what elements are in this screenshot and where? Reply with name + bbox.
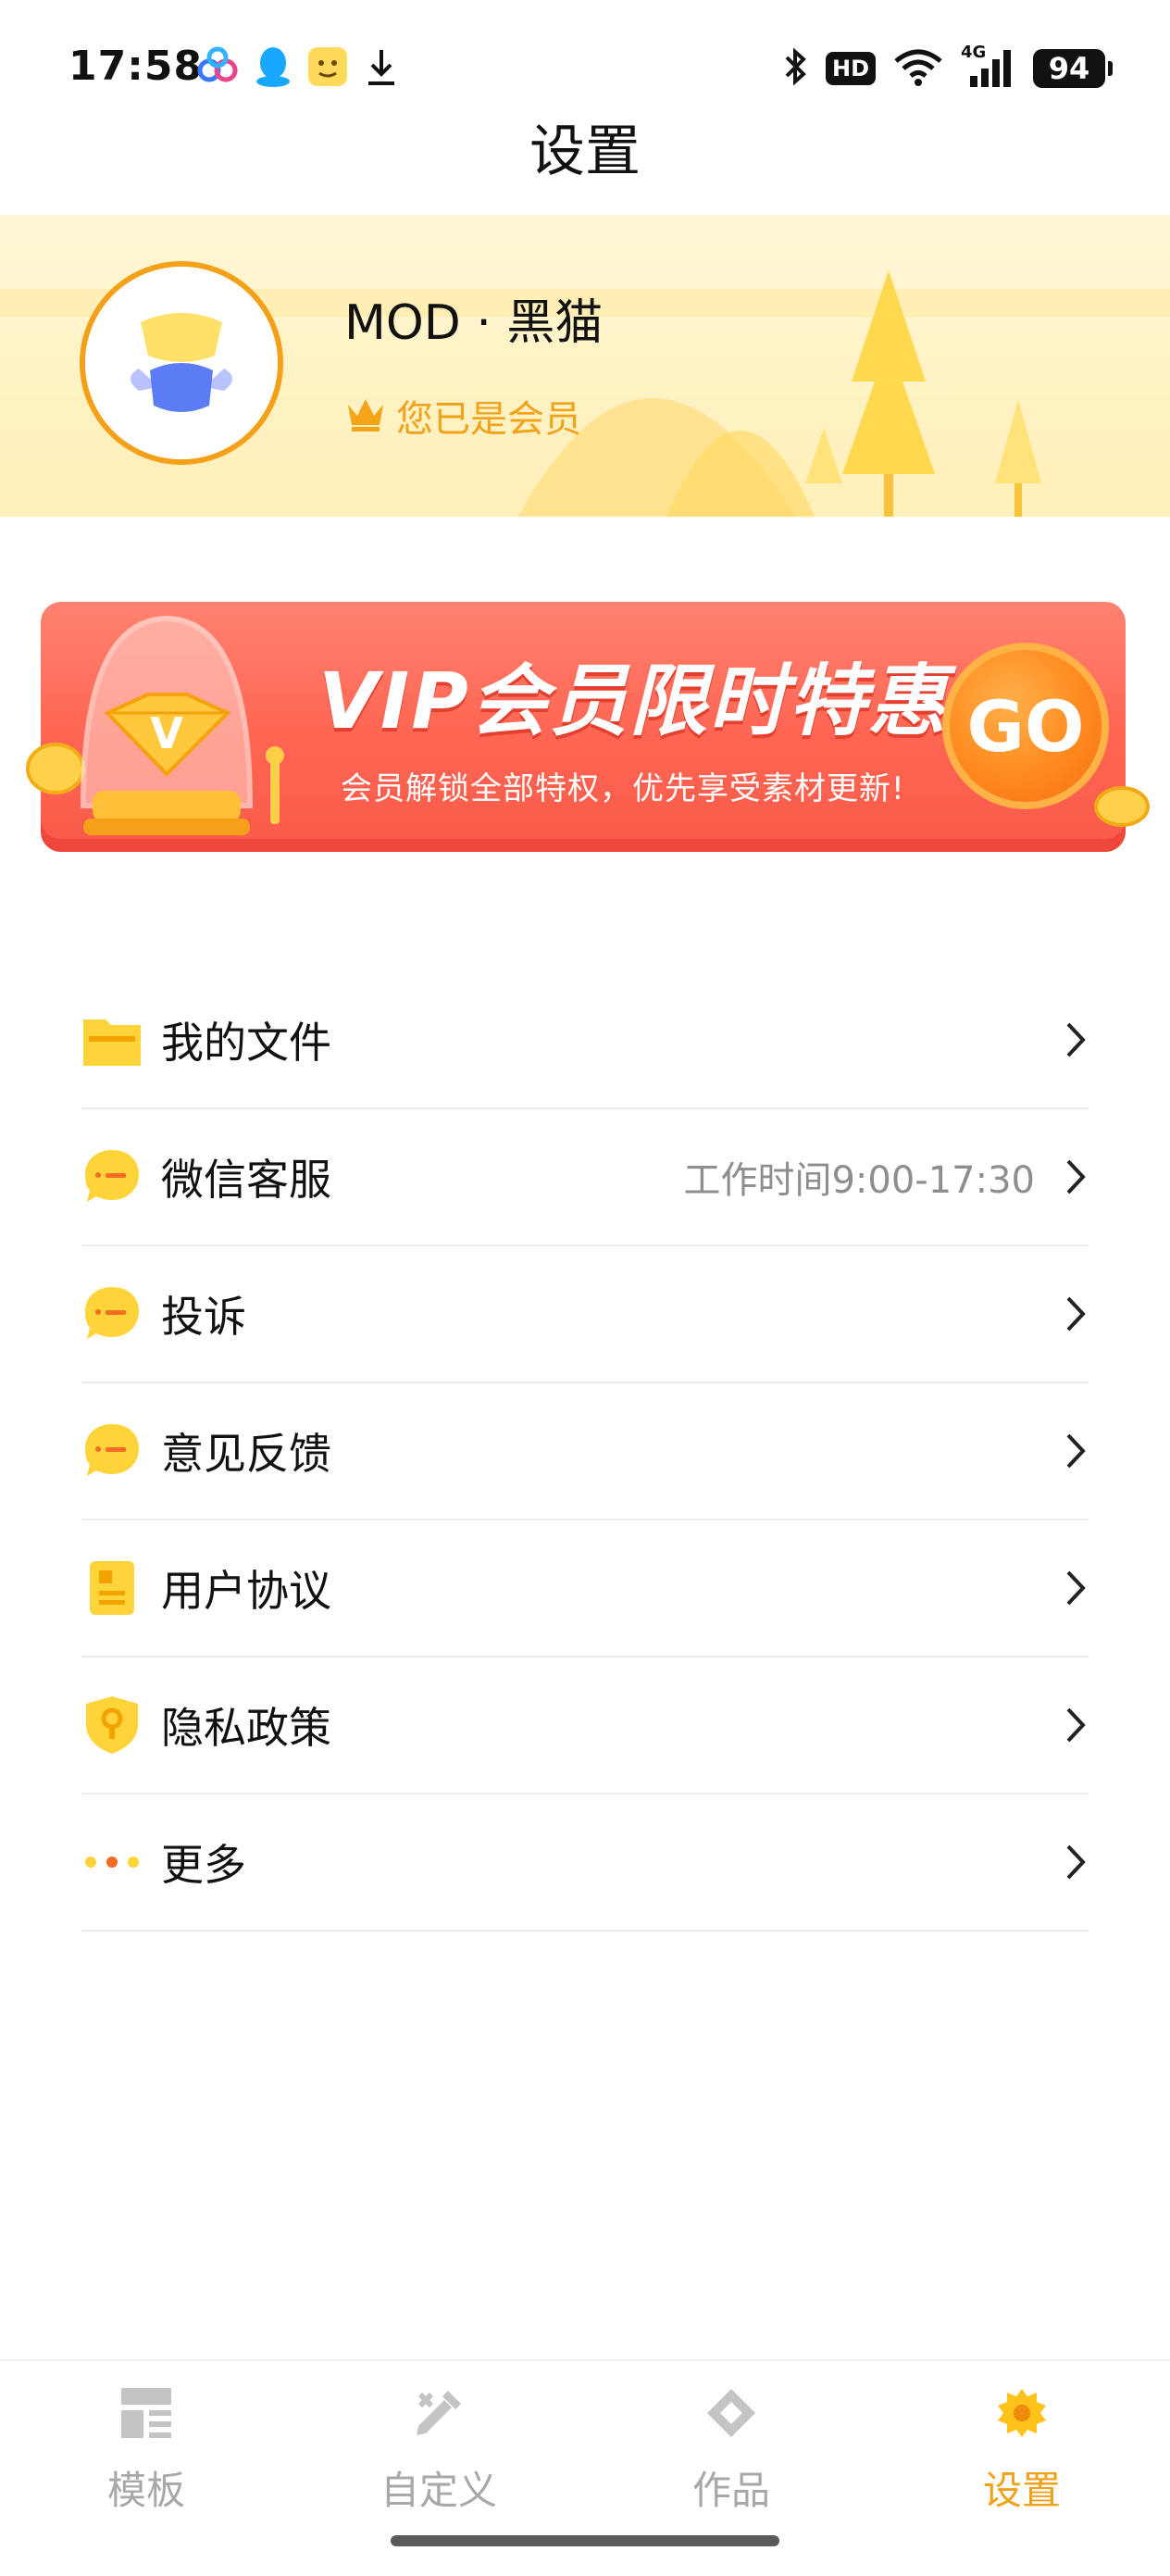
menu-item-my-files[interactable]: 我的文件 xyxy=(81,972,1089,1109)
menu-item-hint: 工作时间9:00-17:30 xyxy=(683,1159,1035,1202)
settings-gear-icon xyxy=(994,2378,1050,2448)
app-emoji-icon xyxy=(305,44,350,93)
battery-icon: 94 xyxy=(1033,49,1113,88)
status-left-icons xyxy=(194,43,400,94)
chevron-right-icon xyxy=(1063,1430,1089,1472)
bluetooth-icon xyxy=(783,46,809,91)
menu-item-complaint[interactable]: 投诉 xyxy=(81,1246,1089,1383)
signal-4g-icon: 4G xyxy=(961,43,1016,89)
chevron-right-icon xyxy=(1063,1293,1089,1335)
wifi-icon xyxy=(892,46,944,91)
menu-item-privacy-policy[interactable]: 隐私政策 xyxy=(81,1657,1089,1794)
tab-template[interactable]: 模板 xyxy=(54,2378,239,2517)
menu-item-label: 我的文件 xyxy=(161,1018,331,1068)
tab-label: 作品 xyxy=(691,2468,770,2513)
chat-bubble-icon xyxy=(81,1283,143,1344)
tab-label: 自定义 xyxy=(380,2468,497,2513)
go-button[interactable]: GO xyxy=(942,643,1109,809)
menu-item-wechat-support[interactable]: 微信客服 工作时间9:00-17:30 xyxy=(81,1109,1089,1246)
shield-icon xyxy=(81,1694,143,1756)
chevron-right-icon xyxy=(1063,1704,1089,1746)
settings-menu: 我的文件 微信客服 工作时间9:00-17:30 投诉 意见反馈 用户协议 隐私… xyxy=(81,972,1089,1932)
tab-label: 模板 xyxy=(106,2468,185,2513)
page-title: 设置 xyxy=(529,119,641,184)
vip-headline: VIP会员限时特惠! xyxy=(318,656,986,746)
chevron-right-icon xyxy=(1063,1019,1089,1061)
chevron-right-icon xyxy=(1063,1841,1089,1883)
tab-works[interactable]: 作品 xyxy=(639,2378,824,2517)
qq-icon xyxy=(254,44,292,93)
folder-icon xyxy=(81,1009,143,1070)
menu-item-user-agreement[interactable]: 用户协议 xyxy=(81,1520,1089,1657)
customize-icon xyxy=(411,2378,467,2448)
menu-item-label: 微信客服 xyxy=(161,1155,331,1205)
vip-subtext: 会员解锁全部特权，优先享受素材更新! xyxy=(341,770,905,807)
member-status: 您已是会员 xyxy=(344,389,581,443)
menu-item-label: 隐私政策 xyxy=(161,1703,331,1753)
status-right-icons: HD 4G 94 xyxy=(783,43,1113,94)
crown-icon xyxy=(344,395,387,436)
status-bar: 17:58 HD 4G 94 xyxy=(0,0,1170,122)
profile-banner[interactable]: MOD · 黑猫 您已是会员 xyxy=(0,215,1170,517)
more-dots-icon xyxy=(81,1832,143,1893)
tab-customize[interactable]: 自定义 xyxy=(346,2378,531,2517)
home-indicator[interactable] xyxy=(391,2535,779,2546)
vip-diamond-jar-illustration: V xyxy=(19,593,315,865)
menu-item-label: 用户协议 xyxy=(161,1566,331,1616)
menu-item-more[interactable]: 更多 xyxy=(81,1794,1089,1932)
menu-item-label: 投诉 xyxy=(161,1292,246,1342)
gold-coin-icon xyxy=(1092,783,1151,833)
chevron-right-icon xyxy=(1063,1156,1089,1198)
member-status-text: 您已是会员 xyxy=(396,398,581,441)
menu-item-label: 意见反馈 xyxy=(161,1429,331,1479)
works-icon xyxy=(703,2378,759,2448)
avatar[interactable] xyxy=(80,261,283,465)
document-icon xyxy=(81,1557,143,1619)
chevron-right-icon xyxy=(1063,1567,1089,1609)
chat-bubble-icon xyxy=(81,1146,143,1207)
menu-item-feedback[interactable]: 意见反馈 xyxy=(81,1383,1089,1520)
vip-badge-letter: V xyxy=(150,708,183,758)
tab-settings[interactable]: 设置 xyxy=(929,2378,1114,2517)
profile-name: MOD · 黑猫 xyxy=(344,295,604,351)
tab-label: 设置 xyxy=(982,2468,1061,2513)
baidu-netdisk-icon xyxy=(194,46,241,91)
hd-icon: HD xyxy=(825,52,876,85)
status-time: 17:58 xyxy=(68,43,204,90)
template-icon xyxy=(119,2378,173,2448)
chat-bubble-icon xyxy=(81,1420,143,1482)
download-icon xyxy=(363,46,400,91)
menu-item-label: 更多 xyxy=(161,1840,246,1890)
